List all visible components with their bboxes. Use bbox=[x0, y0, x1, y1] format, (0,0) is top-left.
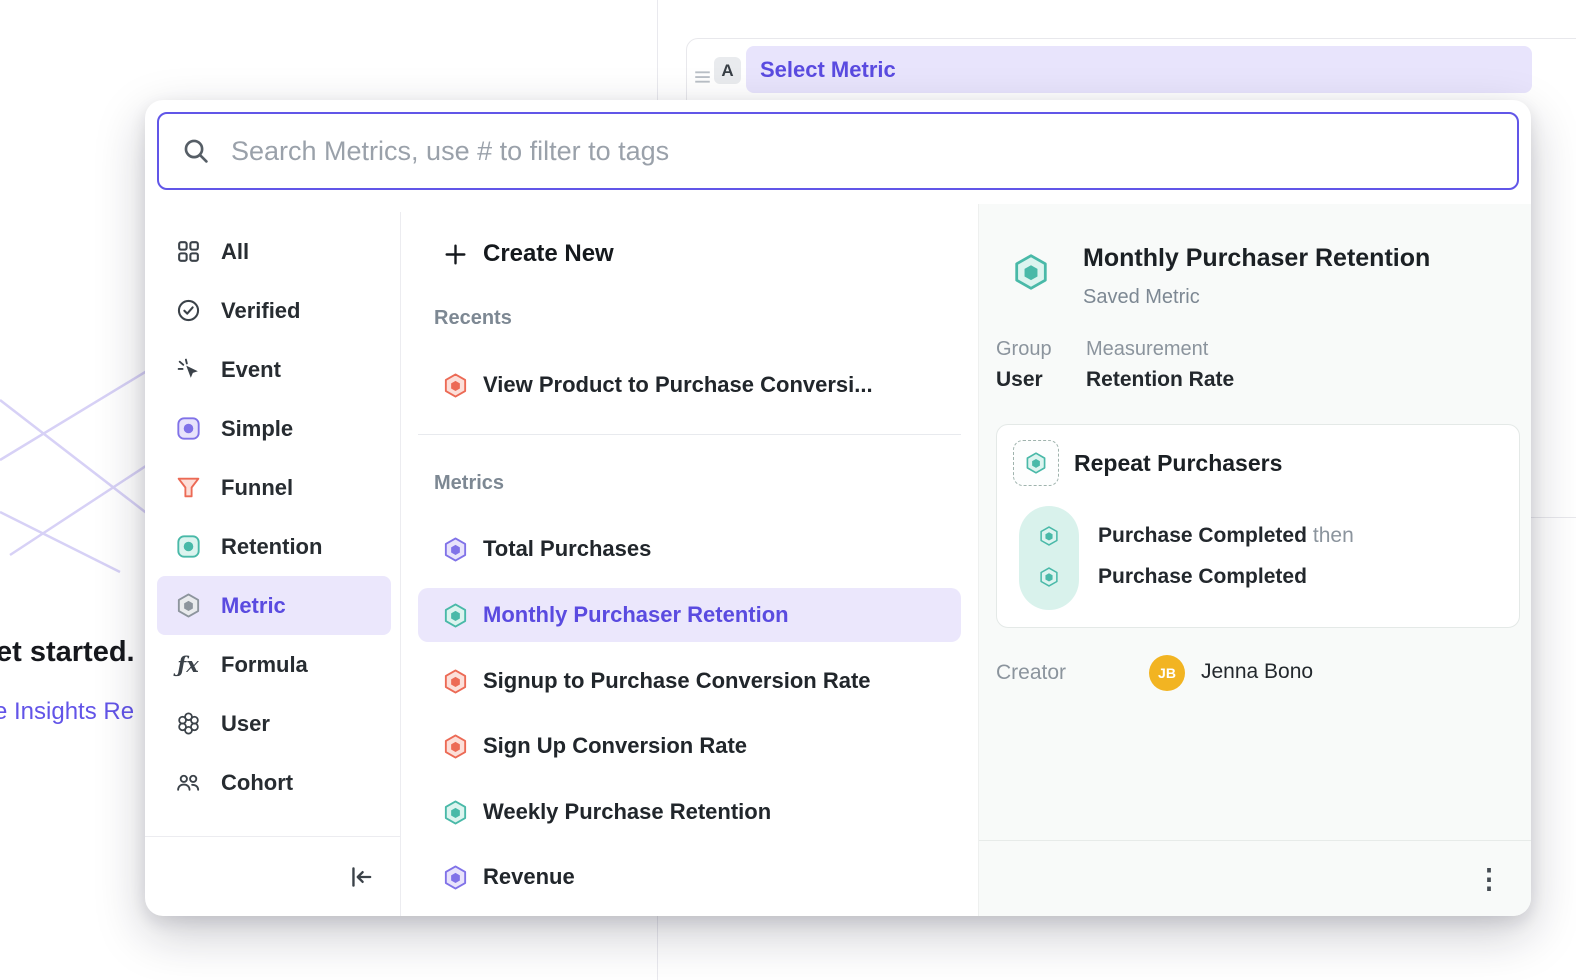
metric-item-weekly-purchase-retention[interactable]: Weekly Purchase Retention bbox=[418, 785, 961, 839]
sidebar-item-metric[interactable]: Metric bbox=[157, 576, 391, 635]
cohort-people-icon bbox=[173, 768, 203, 798]
sidebar-item-label: Verified bbox=[221, 298, 300, 324]
sidebar-item-label: Funnel bbox=[221, 475, 293, 501]
create-new-button[interactable]: Create New bbox=[418, 232, 961, 276]
formula-icon: ƒx bbox=[173, 650, 203, 680]
create-new-label: Create New bbox=[483, 240, 614, 268]
sidebar-item-simple[interactable]: Simple bbox=[157, 399, 391, 458]
retention-icon bbox=[173, 532, 203, 562]
metric-item-monthly-purchaser-retention[interactable]: Monthly Purchaser Retention bbox=[418, 588, 961, 642]
step-hexagon-icon bbox=[1038, 525, 1060, 547]
sidebar-item-formula[interactable]: ƒx Formula bbox=[157, 635, 391, 694]
funnel-hexagon-icon bbox=[440, 666, 470, 696]
creator-name: Jenna Bono bbox=[1201, 660, 1313, 684]
sidebar-item-user[interactable]: User bbox=[157, 694, 391, 753]
metric-hexagon-icon bbox=[440, 534, 470, 564]
select-metric-dropdown[interactable]: Select Metric bbox=[746, 46, 1532, 93]
simple-metric-icon bbox=[173, 414, 203, 444]
verified-badge-icon bbox=[173, 296, 203, 326]
metric-item-label: Revenue bbox=[483, 864, 575, 890]
preview-subtitle: Saved Metric bbox=[1083, 286, 1200, 309]
sidebar-item-event[interactable]: Event bbox=[157, 340, 391, 399]
plus-icon bbox=[440, 239, 470, 269]
metric-item-revenue[interactable]: Revenue bbox=[418, 850, 961, 904]
definition-icon-box bbox=[1013, 440, 1059, 486]
metric-item-sign-up-conversion-rate[interactable]: Sign Up Conversion Rate bbox=[418, 719, 961, 773]
metric-item-label: Total Purchases bbox=[483, 536, 651, 562]
drag-handle-icon[interactable] bbox=[689, 63, 707, 81]
kebab-menu-icon[interactable]: ⋮ bbox=[1476, 859, 1502, 899]
search-input[interactable] bbox=[231, 136, 1517, 167]
creator-label: Creator bbox=[996, 661, 1066, 685]
select-metric-label: Select Metric bbox=[760, 57, 896, 83]
sidebar-item-retention[interactable]: Retention bbox=[157, 517, 391, 576]
funnel-hexagon-icon bbox=[440, 370, 470, 400]
sidebar-footer bbox=[145, 836, 400, 916]
sidebar-item-label: User bbox=[221, 711, 270, 737]
collapse-left-icon[interactable] bbox=[344, 860, 378, 894]
sidebar-item-label: Metric bbox=[221, 593, 286, 619]
screen: et started. e Insights Re A Select Metri… bbox=[0, 0, 1576, 980]
funnel-icon bbox=[173, 473, 203, 503]
metric-hexagon-icon bbox=[173, 591, 203, 621]
sidebar-item-label: Cohort bbox=[221, 770, 293, 796]
sidebar-item-funnel[interactable]: Funnel bbox=[157, 458, 391, 517]
metric-item-label: Monthly Purchaser Retention bbox=[483, 602, 789, 628]
group-value: User bbox=[996, 368, 1043, 392]
retention-hexagon-icon bbox=[440, 600, 470, 630]
section-divider bbox=[418, 434, 961, 435]
metric-item-label: Weekly Purchase Retention bbox=[483, 799, 771, 825]
metric-item-label: Sign Up Conversion Rate bbox=[483, 733, 747, 759]
category-sidebar: All Verified Event Simple bbox=[145, 204, 400, 916]
measurement-label: Measurement bbox=[1086, 338, 1208, 361]
sidebar-item-label: Event bbox=[221, 357, 281, 383]
insights-report-link-fragment[interactable]: e Insights Re bbox=[0, 698, 134, 726]
metric-item-signup-to-purchase-conversion-rate[interactable]: Signup to Purchase Conversion Rate bbox=[418, 654, 961, 708]
metric-item-label: Signup to Purchase Conversion Rate bbox=[483, 668, 871, 694]
group-label: Group bbox=[996, 338, 1052, 361]
clause-letter-chip: A bbox=[714, 57, 741, 84]
sidebar-item-verified[interactable]: Verified bbox=[157, 281, 391, 340]
recent-metric-item[interactable]: View Product to Purchase Conversi... bbox=[418, 358, 961, 412]
grid-icon bbox=[173, 237, 203, 267]
metric-picker-modal: All Verified Event Simple bbox=[145, 100, 1531, 916]
creator-avatar: JB bbox=[1149, 655, 1185, 691]
metric-item-total-purchases[interactable]: Total Purchases bbox=[418, 522, 961, 576]
metric-hexagon-icon bbox=[440, 862, 470, 892]
sidebar-item-label: All bbox=[221, 239, 249, 265]
definition-name: Repeat Purchasers bbox=[1074, 450, 1282, 477]
retention-hexagon-icon bbox=[1011, 252, 1051, 292]
measurement-value: Retention Rate bbox=[1086, 368, 1234, 392]
event-cursor-icon bbox=[173, 355, 203, 385]
search-icon bbox=[181, 136, 211, 166]
metric-definition-card: Repeat Purchasers Purchase Completedthen… bbox=[996, 424, 1520, 628]
sidebar-item-label: Simple bbox=[221, 416, 293, 442]
user-flower-icon bbox=[173, 709, 203, 739]
modal-body: All Verified Event Simple bbox=[145, 204, 1531, 916]
sidebar-item-all[interactable]: All bbox=[157, 222, 391, 281]
metric-preview-panel: Monthly Purchaser Retention Saved Metric… bbox=[978, 204, 1531, 916]
recents-section-label: Recents bbox=[434, 307, 512, 330]
metric-item-label: View Product to Purchase Conversi... bbox=[483, 372, 873, 398]
metric-list-pane: Create New Recents View Product to Purch… bbox=[400, 204, 978, 916]
definition-step-2: Purchase Completed bbox=[1098, 565, 1307, 589]
definition-step-1: Purchase Completedthen bbox=[1098, 524, 1354, 548]
sidebar-item-cohort[interactable]: Cohort bbox=[157, 753, 391, 812]
preview-title: Monthly Purchaser Retention bbox=[1083, 244, 1430, 273]
retention-hexagon-icon bbox=[440, 797, 470, 827]
step-hexagon-icon bbox=[1038, 566, 1060, 588]
preview-footer: ⋮ bbox=[979, 840, 1531, 916]
retention-steps-pill bbox=[1019, 506, 1079, 610]
search-bar bbox=[157, 112, 1519, 190]
funnel-hexagon-icon bbox=[440, 731, 470, 761]
sidebar-item-label: Retention bbox=[221, 534, 322, 560]
metrics-section-label: Metrics bbox=[434, 472, 504, 495]
get-started-heading-fragment: et started. bbox=[0, 636, 135, 669]
retention-hexagon-icon bbox=[1024, 451, 1048, 475]
sidebar-item-label: Formula bbox=[221, 652, 308, 678]
